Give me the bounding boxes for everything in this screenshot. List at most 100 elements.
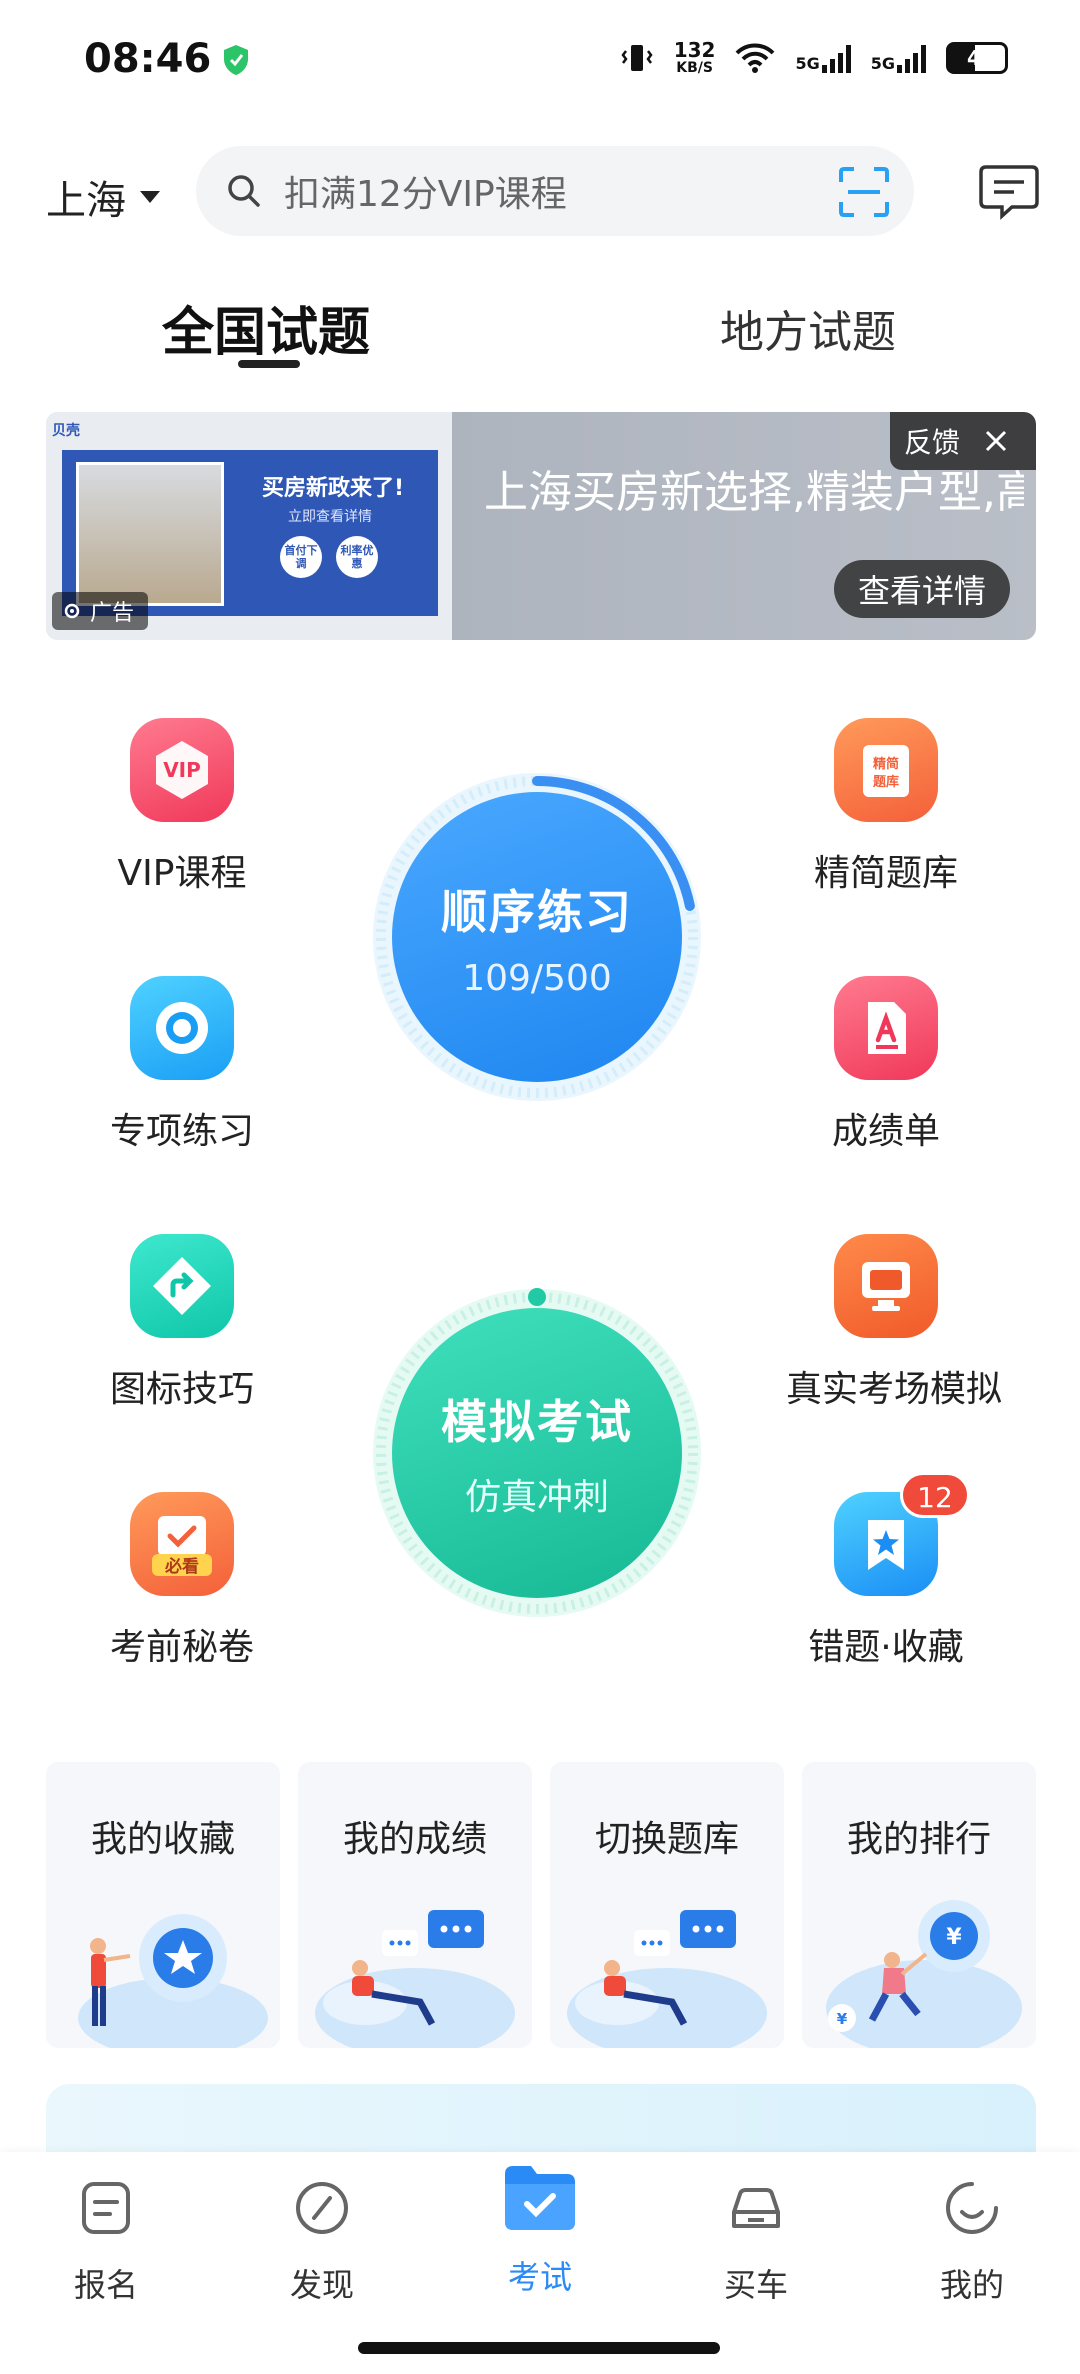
card-my-favorites[interactable]: 我的收藏: [46, 1762, 280, 2048]
feedback-button[interactable]: 反馈: [890, 412, 1036, 470]
mock-exam-button[interactable]: 模拟考试 仿真冲刺: [364, 1280, 710, 1626]
vip-icon: VIP: [130, 718, 234, 822]
feature-vip-label: VIP课程: [117, 853, 247, 894]
question-tabs: 全国试题 地方试题: [0, 290, 1080, 374]
feature-report-card[interactable]: 成绩单: [786, 976, 986, 1154]
feature-report-label: 成绩单: [831, 1111, 940, 1152]
card-favorites-title: 我的收藏: [90, 1819, 235, 1860]
shortcut-cards: 我的收藏 我的成绩 切换题库 我的排行 ¥ ¥: [46, 1762, 1036, 2048]
nav-mine-label: 我的: [939, 2266, 1004, 2304]
car-icon: [732, 2188, 780, 2228]
sequential-progress: 109/500: [462, 957, 612, 999]
ad-tag-label: 广告: [90, 601, 135, 626]
ad-pill-1: 首付下调: [280, 536, 322, 578]
search-bar[interactable]: 扣满12分VIP课程: [196, 146, 914, 236]
city-selector[interactable]: 上海: [46, 168, 160, 226]
bookmark-star-icon: 12: [834, 1472, 970, 1596]
ad-headline: 上海买房新选择,精装户型,高品质低密,享受城市: [484, 467, 1024, 518]
ad-mark-icon: [64, 603, 80, 619]
ranking-illustration: ¥ ¥: [826, 1900, 1022, 2048]
must-see-text: 必看: [164, 1556, 199, 1577]
nav-exam-label: 考试: [507, 2258, 572, 2296]
nav-buy-car[interactable]: 买车: [686, 2178, 826, 2306]
scan-icon[interactable]: [838, 166, 890, 218]
feature-streamlined-bank[interactable]: 精简 题库 精简题库: [786, 718, 986, 896]
home-indicator[interactable]: [358, 2342, 720, 2354]
feature-mistakes-label: 错题·收藏: [808, 1627, 964, 1668]
search-icon: [228, 175, 260, 207]
signal-1: 5G: [795, 43, 851, 73]
favorites-illustration: [78, 1914, 268, 2048]
ad-banner[interactable]: 贝壳 买房新政来了! 立即查看详情 首付下调 利率优惠 广告 上海买房新选择,精…: [46, 412, 1036, 640]
feature-icon-tips-label: 图标技巧: [109, 1369, 254, 1410]
vip-icon-text: VIP: [163, 758, 201, 782]
speed-unit: KB/S: [676, 60, 713, 76]
caret-down-icon: [140, 191, 160, 203]
battery-icon: 42: [946, 42, 1008, 74]
exam-folder-icon: [505, 2166, 575, 2230]
nav-exam[interactable]: 考试: [470, 2156, 610, 2298]
qb-text-2: 题库: [873, 774, 899, 790]
nav-signup[interactable]: 报名: [36, 2178, 176, 2306]
ad-image: 贝壳 买房新政来了! 立即查看详情 首付下调 利率优惠 广告: [46, 412, 452, 640]
feature-mistakes-favorites[interactable]: 12 错题·收藏: [786, 1472, 986, 1670]
tab-underline: [238, 360, 300, 368]
feature-icon-tips[interactable]: 图标技巧: [82, 1234, 282, 1412]
city-label: 上海: [46, 178, 126, 224]
card-switch-title: 切换题库: [594, 1819, 739, 1860]
message-icon[interactable]: [978, 164, 1040, 220]
feature-real-exam-label: 真实考场模拟: [786, 1369, 1003, 1410]
feature-vip-course[interactable]: VIP VIP课程: [82, 718, 282, 896]
turn-sign-icon: [130, 1234, 234, 1338]
feature-special-label: 专项练习: [109, 1111, 254, 1152]
question-bank-icon: 精简 题库: [834, 718, 938, 822]
report-icon: [834, 976, 938, 1080]
scores-illustration: [315, 1910, 515, 2048]
tab-national[interactable]: 全国试题: [162, 290, 370, 365]
room-photo: [76, 462, 224, 606]
feedback-label: 反馈: [904, 426, 961, 459]
qb-text-1: 精简: [873, 756, 899, 772]
battery-level: 42: [967, 46, 995, 70]
mock-title: 模拟考试: [441, 1395, 633, 1449]
svg-text:¥: ¥: [837, 2010, 848, 2028]
status-right: 132 KB/S 5G 5G 42: [620, 34, 1008, 82]
network-speed: 132 KB/S: [674, 40, 716, 76]
feature-special-practice[interactable]: 专项练习: [82, 976, 282, 1154]
mock-inner: 模拟考试 仿真冲刺: [392, 1308, 682, 1598]
smile-icon: [946, 2182, 998, 2234]
card-switch-bank[interactable]: 切换题库: [550, 1762, 784, 2048]
svg-text:¥: ¥: [946, 1925, 962, 1950]
signal-2-label: 5G: [870, 54, 895, 73]
nav-discover[interactable]: 发现: [252, 2178, 392, 2306]
signup-icon: [82, 2182, 130, 2234]
card-my-ranking[interactable]: 我的排行 ¥ ¥: [802, 1762, 1036, 2048]
card-ranking-title: 我的排行: [846, 1819, 991, 1860]
shield-icon: [224, 45, 248, 75]
signal-2: 5G: [871, 43, 926, 73]
close-icon[interactable]: [984, 429, 1008, 453]
wifi-icon: [736, 43, 775, 73]
switch-illustration: [567, 1910, 767, 2048]
card-my-scores[interactable]: 我的成绩: [298, 1762, 532, 2048]
feature-real-exam-sim[interactable]: 真实考场模拟: [786, 1234, 1003, 1412]
mistakes-badge: 12: [900, 1472, 970, 1518]
card-scores-title: 我的成绩: [342, 1819, 487, 1860]
sequential-practice-button[interactable]: 顺序练习 109/500: [364, 764, 710, 1110]
search-placeholder: 扣满12分VIP课程: [284, 174, 567, 215]
ad-logo: 贝壳: [52, 423, 80, 439]
target-icon: [130, 976, 234, 1080]
feature-secret-paper[interactable]: 必看 考前秘卷: [82, 1492, 282, 1670]
nav-signup-label: 报名: [73, 2266, 138, 2304]
tab-local[interactable]: 地方试题: [720, 296, 896, 360]
vibrate-icon: [621, 45, 653, 71]
must-see-icon: 必看: [130, 1492, 234, 1596]
nav-mine[interactable]: 我的: [902, 2178, 1042, 2306]
mock-subtitle: 仿真冲刺: [464, 1477, 609, 1518]
view-detail-button[interactable]: 查看详情: [833, 560, 1010, 618]
feature-secret-label: 考前秘卷: [109, 1627, 254, 1668]
ad-pill-2: 利率优惠: [336, 536, 378, 578]
monitor-icon: [834, 1234, 938, 1338]
status-time: 08:46: [84, 36, 212, 82]
sequential-title: 顺序练习: [441, 884, 633, 939]
